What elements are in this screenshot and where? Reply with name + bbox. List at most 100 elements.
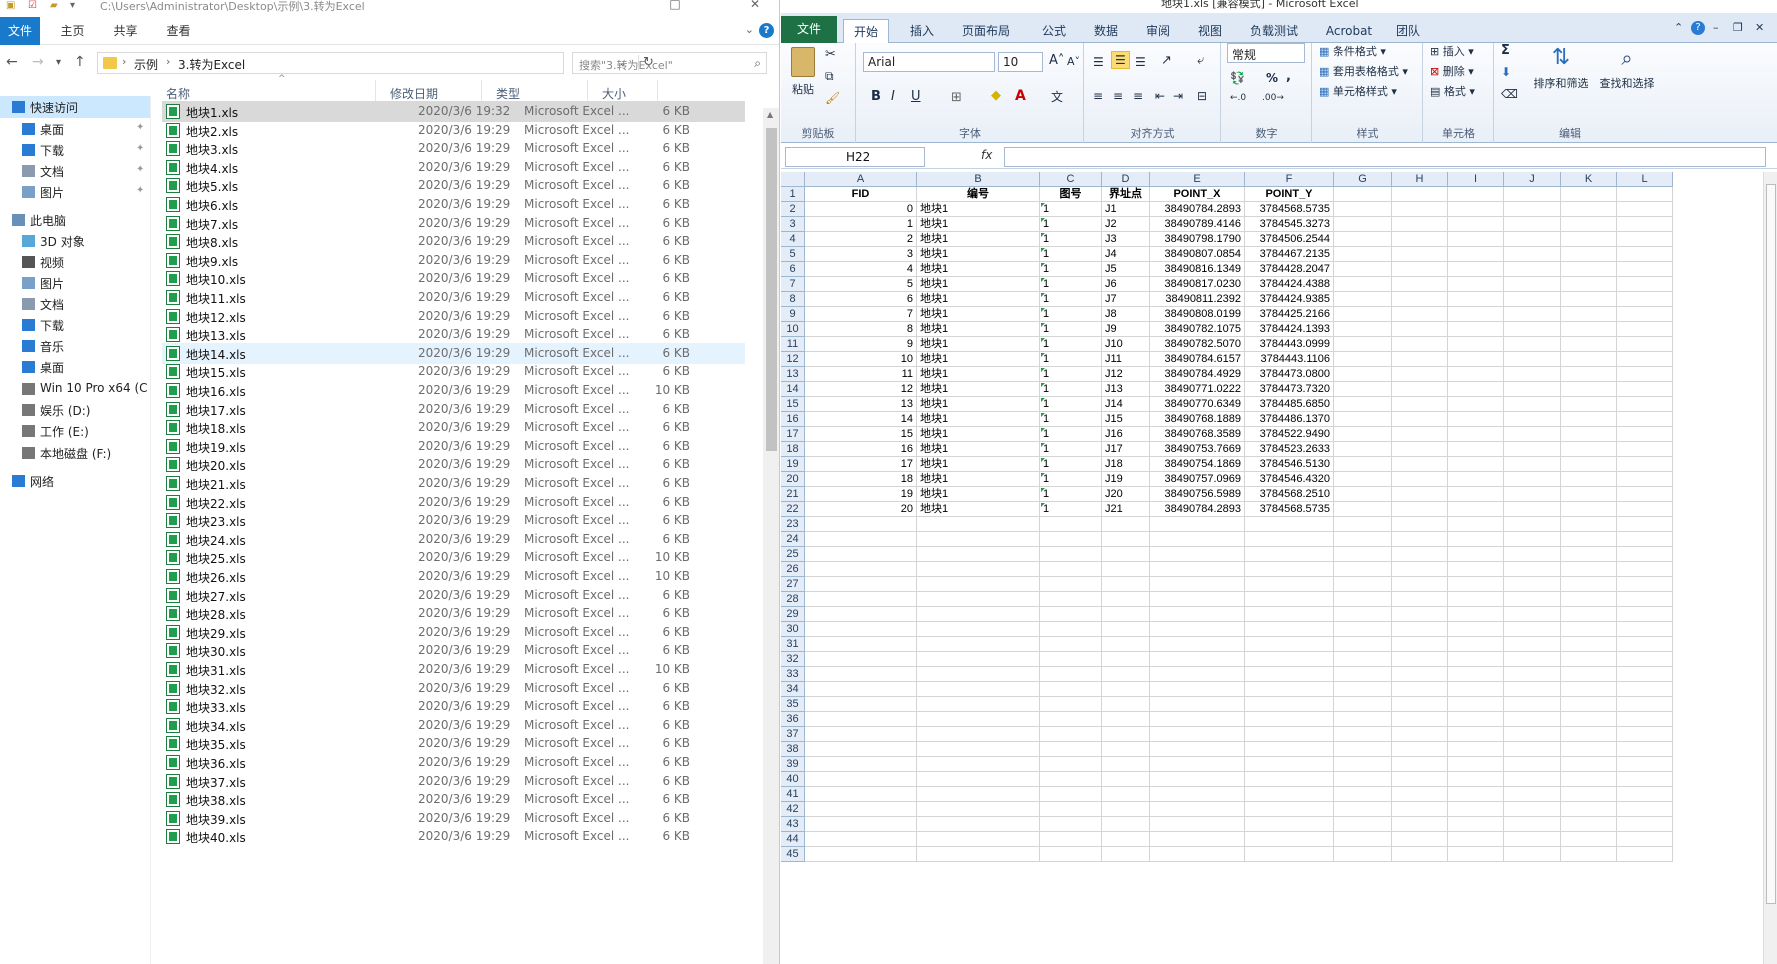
cell[interactable]: 3: [805, 247, 917, 262]
cell[interactable]: [1617, 367, 1673, 382]
cell[interactable]: [1334, 532, 1392, 547]
cell[interactable]: [1617, 667, 1673, 682]
cell[interactable]: [1102, 607, 1150, 622]
cell[interactable]: 11: [805, 367, 917, 382]
cell[interactable]: J3: [1102, 232, 1150, 247]
cell[interactable]: [1617, 682, 1673, 697]
cell[interactable]: [1392, 667, 1448, 682]
cell[interactable]: [1040, 727, 1102, 742]
cell[interactable]: [1392, 247, 1448, 262]
cell[interactable]: [1150, 562, 1245, 577]
file-row[interactable]: 地块40.xls 2020/3/6 19:29 Microsoft Excel ..…: [162, 826, 745, 847]
cell[interactable]: [1040, 682, 1102, 697]
cell[interactable]: [805, 697, 917, 712]
ribbon-expand-icon[interactable]: ⌄: [745, 23, 754, 36]
cell[interactable]: [1561, 847, 1617, 862]
recent-locations-icon[interactable]: ▾: [56, 57, 61, 68]
row-header[interactable]: 37: [781, 727, 805, 742]
cell[interactable]: [1561, 622, 1617, 637]
breadcrumb-item[interactable]: 示例: [134, 56, 158, 73]
cell[interactable]: [805, 757, 917, 772]
help-icon[interactable]: ?: [1691, 21, 1705, 35]
cell[interactable]: [1561, 202, 1617, 217]
chevron-down-icon[interactable]: ▾: [70, 0, 75, 11]
cell[interactable]: [1561, 562, 1617, 577]
cell[interactable]: [1245, 667, 1334, 682]
nav-item[interactable]: 网络: [0, 470, 150, 492]
cell[interactable]: [1617, 592, 1673, 607]
cell[interactable]: [1448, 427, 1504, 442]
shrink-font-icon[interactable]: A˅: [1067, 55, 1080, 68]
cell[interactable]: [1392, 457, 1448, 472]
cell[interactable]: J5: [1102, 262, 1150, 277]
cell[interactable]: [805, 517, 917, 532]
cell[interactable]: [1392, 502, 1448, 517]
cell[interactable]: 3784424.9385: [1245, 292, 1334, 307]
cell[interactable]: [1150, 607, 1245, 622]
cell[interactable]: [1504, 517, 1561, 532]
quick-access-icon[interactable]: ▣: [6, 0, 15, 11]
cell[interactable]: 地块1: [917, 292, 1040, 307]
cell[interactable]: [1040, 517, 1102, 532]
border-icon[interactable]: ⊞: [951, 90, 962, 105]
cell[interactable]: [1504, 682, 1561, 697]
cell[interactable]: 1: [1040, 217, 1102, 232]
cell[interactable]: [1561, 247, 1617, 262]
tab-team[interactable]: 团队: [1385, 19, 1431, 43]
cell[interactable]: 1: [1040, 442, 1102, 457]
cell[interactable]: [1448, 637, 1504, 652]
cell[interactable]: 38490768.1889: [1150, 412, 1245, 427]
cell[interactable]: [917, 772, 1040, 787]
cell[interactable]: [1448, 202, 1504, 217]
cell[interactable]: [1150, 817, 1245, 832]
align-left-icon[interactable]: ≡: [1093, 89, 1103, 103]
cell[interactable]: [1504, 787, 1561, 802]
cell[interactable]: [917, 832, 1040, 847]
cell[interactable]: 1: [1040, 427, 1102, 442]
cell[interactable]: [1561, 592, 1617, 607]
font-name-select[interactable]: Arial: [863, 52, 995, 72]
cell[interactable]: [1392, 817, 1448, 832]
cell[interactable]: [917, 817, 1040, 832]
cell[interactable]: [1448, 607, 1504, 622]
row-header[interactable]: 45: [781, 847, 805, 862]
cell[interactable]: [1392, 757, 1448, 772]
cell[interactable]: 3784443.0999: [1245, 337, 1334, 352]
cell[interactable]: 地块1: [917, 487, 1040, 502]
cell[interactable]: 5: [805, 277, 917, 292]
cell[interactable]: [1334, 787, 1392, 802]
nav-item[interactable]: 下载: [0, 314, 150, 336]
copy-icon[interactable]: ⧉: [825, 69, 834, 84]
cell[interactable]: [1150, 682, 1245, 697]
cell[interactable]: [1334, 652, 1392, 667]
cell[interactable]: [1448, 517, 1504, 532]
bold-button[interactable]: B: [871, 89, 881, 104]
cell[interactable]: [917, 727, 1040, 742]
insert-cells-button[interactable]: ⊞ 插入 ▾: [1430, 43, 1474, 59]
cell[interactable]: 2: [805, 232, 917, 247]
cell[interactable]: [1392, 607, 1448, 622]
cell[interactable]: [1245, 622, 1334, 637]
cell[interactable]: [1561, 502, 1617, 517]
cell[interactable]: [1334, 337, 1392, 352]
cell[interactable]: [1561, 262, 1617, 277]
row-header[interactable]: 15: [781, 397, 805, 412]
cell[interactable]: [1504, 442, 1561, 457]
cell[interactable]: [1334, 577, 1392, 592]
cell[interactable]: [917, 592, 1040, 607]
cell[interactable]: 1: [1040, 397, 1102, 412]
nav-item[interactable]: 本地磁盘 (F:): [0, 442, 150, 464]
cell[interactable]: [1334, 682, 1392, 697]
wrap-text-icon[interactable]: ⤶: [1197, 53, 1204, 68]
column-header[interactable]: C: [1040, 172, 1102, 187]
row-header[interactable]: 12: [781, 352, 805, 367]
name-box[interactable]: H22: [785, 147, 925, 167]
cell[interactable]: [1561, 697, 1617, 712]
nav-item[interactable]: 娱乐 (D:): [0, 399, 150, 421]
cell[interactable]: [1561, 352, 1617, 367]
cell[interactable]: [1040, 757, 1102, 772]
cell[interactable]: [1617, 562, 1673, 577]
cell[interactable]: [917, 742, 1040, 757]
tab-view[interactable]: 视图: [1187, 19, 1233, 43]
column-header[interactable]: E: [1150, 172, 1245, 187]
